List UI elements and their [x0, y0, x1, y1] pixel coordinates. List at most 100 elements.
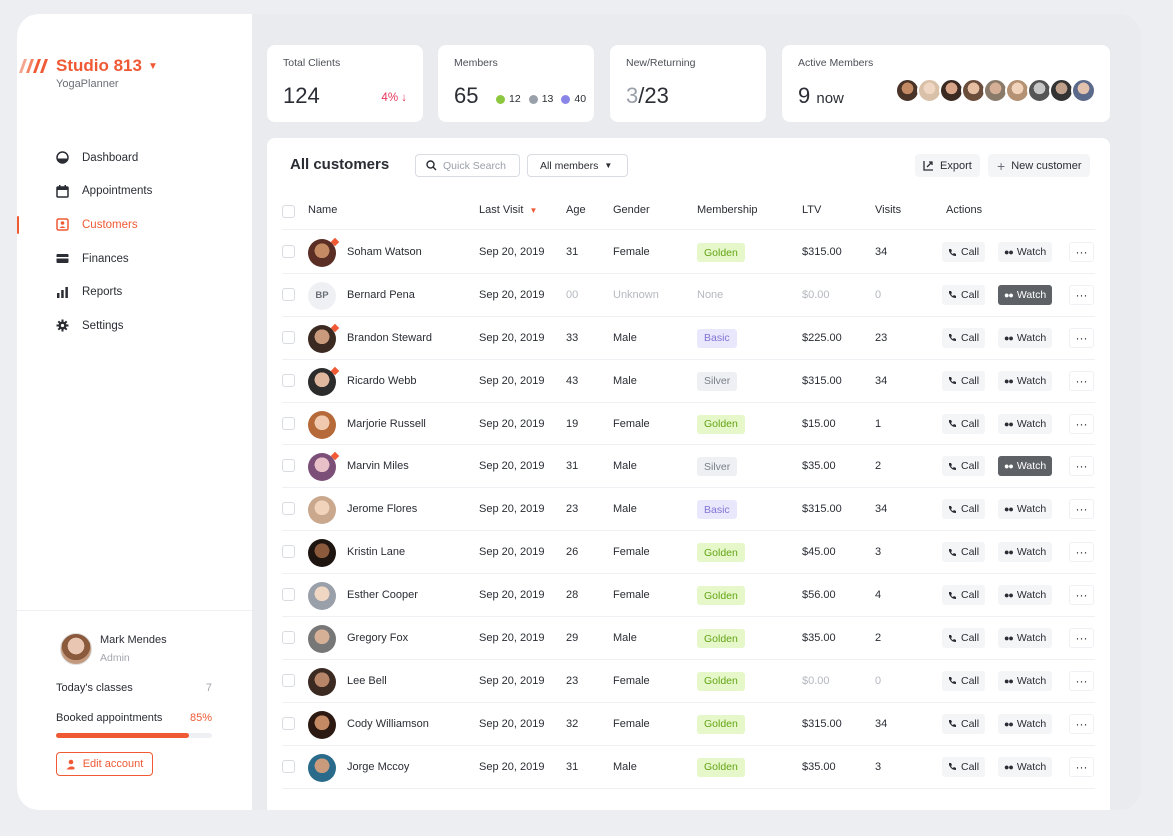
call-button[interactable]: Call: [942, 670, 986, 691]
watch-button[interactable]: ●● Watch: [998, 284, 1053, 305]
more-options-button[interactable]: ···: [1069, 542, 1094, 563]
row-checkbox[interactable]: [282, 502, 295, 516]
export-button[interactable]: Export: [915, 154, 980, 177]
watch-button[interactable]: ●● Watch: [998, 585, 1053, 606]
column-header-age[interactable]: Age: [566, 204, 586, 216]
call-button[interactable]: Call: [942, 499, 986, 520]
more-options-button[interactable]: ···: [1069, 756, 1094, 777]
watch-button[interactable]: ●● Watch: [998, 456, 1053, 477]
call-button[interactable]: Call: [942, 756, 986, 777]
column-header-visits[interactable]: Visits: [875, 204, 901, 216]
more-options-button[interactable]: ···: [1069, 284, 1094, 305]
call-button[interactable]: Call: [942, 713, 986, 734]
watch-button[interactable]: ●● Watch: [998, 499, 1053, 520]
customer-name[interactable]: Esther Cooper: [347, 589, 418, 601]
more-options-button[interactable]: ···: [1069, 628, 1094, 649]
table-row[interactable]: BP Bernard Pena Sep 20, 2019 00 Unknown …: [282, 274, 1095, 317]
more-options-button[interactable]: ···: [1069, 585, 1094, 606]
row-checkbox[interactable]: [282, 545, 295, 559]
more-options-button[interactable]: ···: [1069, 456, 1094, 477]
visits: 0: [875, 288, 882, 301]
table-row[interactable]: Kristin Lane Sep 20, 2019 26 Female Gold…: [282, 531, 1095, 575]
table-row[interactable]: Marvin Miles Sep 20, 2019 31 Male Silver…: [282, 445, 1095, 489]
more-options-button[interactable]: ···: [1069, 413, 1094, 434]
call-button[interactable]: Call: [942, 456, 986, 477]
brand-switcher[interactable]: Studio 813 ▼: [17, 56, 158, 76]
row-checkbox[interactable]: [282, 588, 295, 602]
sidebar-item-customers[interactable]: Customers: [17, 208, 252, 242]
row-checkbox[interactable]: [282, 459, 295, 473]
customer-name[interactable]: Bernard Pena: [347, 289, 415, 301]
call-button[interactable]: Call: [942, 542, 986, 563]
call-button[interactable]: Call: [942, 370, 986, 391]
customer-name[interactable]: Lee Bell: [347, 675, 387, 687]
row-checkbox[interactable]: [282, 759, 295, 773]
table-row[interactable]: Marjorie Russell Sep 20, 2019 19 Female …: [282, 403, 1095, 446]
more-options-button[interactable]: ···: [1069, 670, 1094, 691]
table-row[interactable]: Brandon Steward Sep 20, 2019 33 Male Bas…: [282, 317, 1095, 360]
new-customer-button[interactable]: + New customer: [988, 154, 1091, 177]
table-row[interactable]: Jorge Mccoy Sep 20, 2019 31 Male Golden …: [282, 746, 1095, 789]
watch-button[interactable]: ●● Watch: [998, 370, 1053, 391]
call-button[interactable]: Call: [942, 284, 986, 305]
watch-button[interactable]: ●● Watch: [998, 242, 1053, 262]
customer-name[interactable]: Jerome Flores: [347, 503, 417, 515]
call-button[interactable]: Call: [942, 628, 986, 649]
watch-button[interactable]: ●● Watch: [998, 327, 1053, 348]
sidebar-item-reports[interactable]: Reports: [17, 275, 252, 309]
customer-name[interactable]: Kristin Lane: [347, 546, 405, 558]
customer-name[interactable]: Marjorie Russell: [347, 418, 426, 430]
sidebar-item-finances[interactable]: Finances: [17, 242, 252, 276]
row-checkbox[interactable]: [282, 416, 295, 430]
call-button[interactable]: Call: [942, 413, 986, 434]
watch-button[interactable]: ●● Watch: [998, 670, 1053, 691]
more-options-button[interactable]: ···: [1069, 713, 1094, 734]
column-header-last-visit[interactable]: Last Visit ▼: [479, 204, 537, 216]
customer-name[interactable]: Jorge Mccoy: [347, 761, 409, 773]
row-checkbox[interactable]: [282, 631, 295, 645]
customer-name[interactable]: Ricardo Webb: [347, 375, 417, 387]
more-options-button[interactable]: ···: [1069, 370, 1094, 391]
sidebar-item-settings[interactable]: Settings: [17, 309, 252, 343]
more-options-button[interactable]: ···: [1069, 242, 1094, 262]
customer-name[interactable]: Marvin Miles: [347, 460, 409, 472]
sidebar-item-appointments[interactable]: Appointments: [17, 175, 252, 209]
column-header-name[interactable]: Name: [308, 204, 337, 216]
watch-button[interactable]: ●● Watch: [998, 413, 1053, 434]
user-profile[interactable]: Mark Mendes Admin: [60, 633, 167, 665]
more-options-button[interactable]: ···: [1069, 499, 1094, 520]
row-checkbox[interactable]: [282, 287, 295, 301]
table-row[interactable]: Cody Williamson Sep 20, 2019 32 Female G…: [282, 703, 1095, 746]
select-all-checkbox[interactable]: [282, 205, 295, 218]
customer-name[interactable]: Soham Watson: [347, 246, 422, 258]
table-row[interactable]: Jerome Flores Sep 20, 2019 23 Male Basic…: [282, 488, 1095, 532]
watch-button[interactable]: ●● Watch: [998, 756, 1053, 777]
row-checkbox[interactable]: [282, 673, 295, 687]
call-button[interactable]: Call: [942, 585, 986, 606]
table-row[interactable]: Lee Bell Sep 20, 2019 23 Female Golden $…: [282, 660, 1095, 703]
row-checkbox[interactable]: [282, 245, 295, 258]
table-row[interactable]: Esther Cooper Sep 20, 2019 28 Female Gol…: [282, 574, 1095, 618]
customer-name[interactable]: Gregory Fox: [347, 632, 408, 644]
row-checkbox[interactable]: [282, 330, 295, 344]
sidebar-item-dashboard[interactable]: Dashboard: [17, 141, 252, 175]
column-header-gender[interactable]: Gender: [613, 204, 650, 216]
customer-name[interactable]: Cody Williamson: [347, 718, 429, 730]
more-options-button[interactable]: ···: [1069, 327, 1094, 348]
table-row[interactable]: Soham Watson Sep 20, 2019 31 Female Gold…: [282, 231, 1095, 274]
search-input[interactable]: Quick Search: [415, 154, 520, 177]
watch-button[interactable]: ●● Watch: [998, 628, 1053, 649]
row-checkbox[interactable]: [282, 373, 295, 387]
call-button[interactable]: Call: [942, 327, 986, 348]
column-header-membership[interactable]: Membership: [697, 204, 758, 216]
watch-button[interactable]: ●● Watch: [998, 542, 1053, 563]
call-button[interactable]: Call: [942, 242, 986, 262]
edit-account-button[interactable]: Edit account: [56, 752, 153, 776]
table-row[interactable]: Ricardo Webb Sep 20, 2019 43 Male Silver…: [282, 360, 1095, 403]
customer-name[interactable]: Brandon Steward: [347, 332, 432, 344]
watch-button[interactable]: ●● Watch: [998, 713, 1053, 734]
column-header-ltv[interactable]: LTV: [802, 204, 821, 216]
table-row[interactable]: Gregory Fox Sep 20, 2019 29 Male Golden …: [282, 617, 1095, 660]
row-checkbox[interactable]: [282, 716, 295, 730]
members-filter-dropdown[interactable]: All members ▼: [527, 154, 628, 177]
